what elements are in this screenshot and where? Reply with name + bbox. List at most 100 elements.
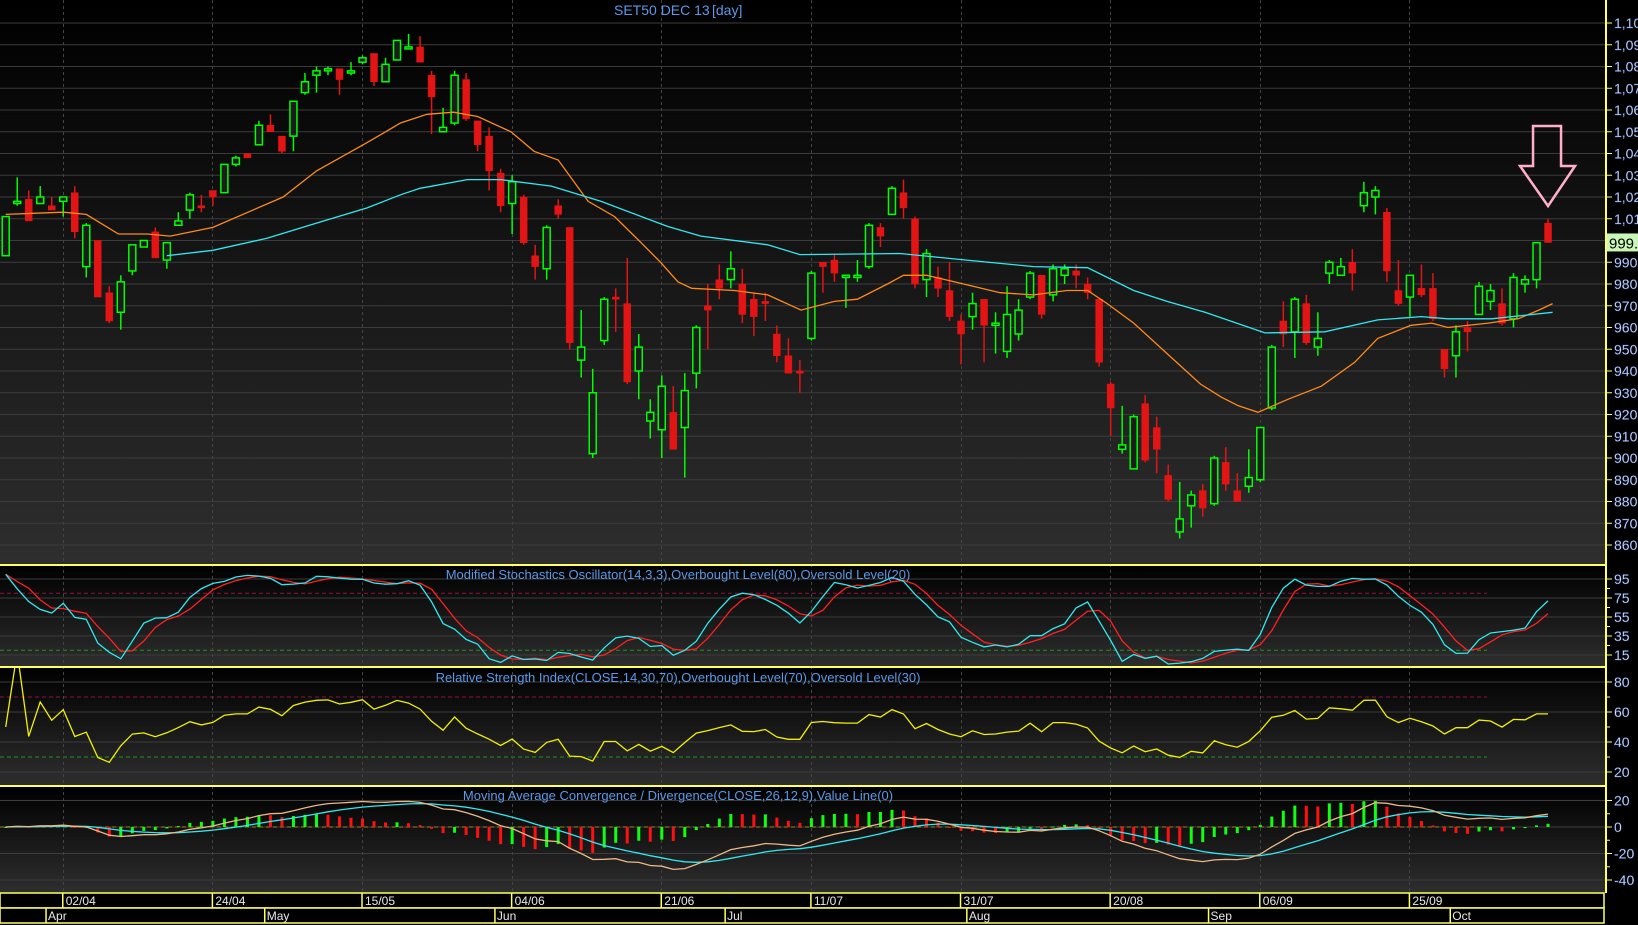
macd-histogram-bar	[499, 827, 503, 845]
macd-histogram-bar	[809, 818, 813, 827]
candle-body	[1302, 303, 1311, 343]
candle-body	[599, 298, 609, 342]
y-tick-label: 40	[1614, 734, 1630, 750]
macd-histogram-bar	[349, 817, 353, 827]
candle-body	[1383, 211, 1391, 272]
macd-histogram-bar	[913, 816, 917, 827]
candle-up	[231, 155, 241, 167]
macd-histogram-bar	[683, 827, 687, 838]
macd-histogram-bar	[706, 824, 710, 827]
y-tick-label: 970	[1614, 298, 1638, 314]
candle-up	[128, 244, 137, 276]
candle-body	[473, 120, 482, 146]
candle-body	[231, 157, 241, 166]
chart-canvas[interactable]: 1,100 1,090 1,080 1,070 1,060 1,050 1,040 1,030…	[0, 0, 1638, 925]
date-label: 15/05	[365, 894, 395, 908]
macd-histogram-bar	[234, 817, 238, 827]
candle-body	[773, 333, 781, 357]
candle-body	[611, 296, 620, 300]
macd-histogram-bar	[326, 814, 330, 827]
candle-down	[1141, 394, 1149, 463]
candle-body	[945, 290, 954, 317]
date-label: 06/09	[1263, 894, 1293, 908]
candle-up	[1267, 344, 1277, 411]
macd-histogram-bar	[153, 827, 157, 831]
month-label: Apr	[48, 909, 67, 923]
candle-body	[1141, 403, 1149, 461]
macd-histogram-bar	[1512, 827, 1516, 830]
candle-body	[427, 74, 436, 98]
candle-body	[623, 303, 631, 383]
date-label: 25/09	[1412, 894, 1442, 908]
macd-histogram-bar	[1523, 827, 1527, 829]
candle-body	[1060, 268, 1069, 277]
macd-histogram-bar	[407, 823, 411, 827]
candle-body	[864, 224, 874, 268]
macd-histogram-bar	[1028, 827, 1032, 829]
y-tick-label: 1,040	[1614, 146, 1638, 162]
candle-body	[1175, 518, 1184, 533]
candle-body	[1072, 270, 1080, 276]
macd-histogram-bar	[614, 827, 618, 843]
macd-histogram-bar	[280, 817, 284, 827]
candle-body	[24, 198, 33, 222]
macd-histogram-bar	[1431, 825, 1435, 827]
candle-body	[1106, 383, 1115, 409]
macd-histogram-bar	[1281, 810, 1285, 827]
macd-histogram-bar	[1247, 827, 1251, 831]
y-tick-label: 910	[1614, 428, 1638, 444]
macd-histogram-bar	[1419, 820, 1423, 827]
candle-body	[116, 281, 126, 314]
macd-histogram-bar	[625, 827, 629, 844]
candle-down	[911, 216, 919, 289]
candle-up	[1256, 426, 1265, 482]
candle-up	[1, 215, 10, 257]
macd-histogram-bar	[740, 814, 744, 827]
y-tick-label: 0	[1614, 819, 1622, 835]
y-tick-label: 950	[1614, 341, 1638, 357]
candle-down	[565, 227, 574, 350]
candle-body	[485, 135, 493, 172]
candle-up	[599, 297, 609, 345]
candle-body	[209, 190, 217, 198]
candle-up	[1474, 281, 1484, 316]
candle-body	[519, 196, 528, 243]
macd-histogram-bar	[1258, 824, 1262, 827]
candle-body	[957, 320, 965, 335]
macd-histogram-bar	[1408, 816, 1412, 827]
macd-histogram-bar	[1189, 827, 1193, 844]
macd-histogram-bar	[487, 827, 491, 841]
candle-body	[128, 244, 137, 272]
macd-histogram-bar	[890, 809, 894, 827]
candle-down	[1037, 275, 1046, 319]
candle-body	[669, 412, 678, 450]
candle-body	[646, 411, 655, 422]
candle-up	[1210, 455, 1219, 506]
candle-body	[392, 39, 402, 61]
month-label: Sep	[1211, 909, 1233, 923]
candle-body	[1, 215, 10, 257]
macd-histogram-bar	[752, 814, 756, 827]
candle-body	[82, 224, 91, 268]
macd-histogram-bar	[1235, 827, 1239, 834]
candle-body	[807, 272, 816, 340]
candle-body	[1198, 490, 1207, 509]
macd-histogram-bar	[602, 827, 606, 848]
candle-body	[531, 255, 539, 267]
candle-body	[1313, 337, 1323, 348]
candle-body	[1463, 327, 1472, 333]
candle-body	[1417, 288, 1426, 296]
candle-body	[657, 385, 667, 431]
y-tick-label: 1,020	[1614, 189, 1638, 205]
macd-histogram-bar	[1373, 800, 1377, 827]
candle-body	[1405, 274, 1415, 298]
month-label: Aug	[969, 909, 990, 923]
y-tick-label: 980	[1614, 276, 1638, 292]
month-row	[0, 907, 1605, 924]
date-label: 20/08	[1113, 894, 1143, 908]
macd-histogram-bar	[648, 827, 652, 842]
y-tick-label: 940	[1614, 363, 1638, 379]
y-tick-label: 95	[1614, 571, 1630, 587]
candle-body	[462, 79, 470, 119]
macd-histogram-bar	[717, 818, 721, 827]
